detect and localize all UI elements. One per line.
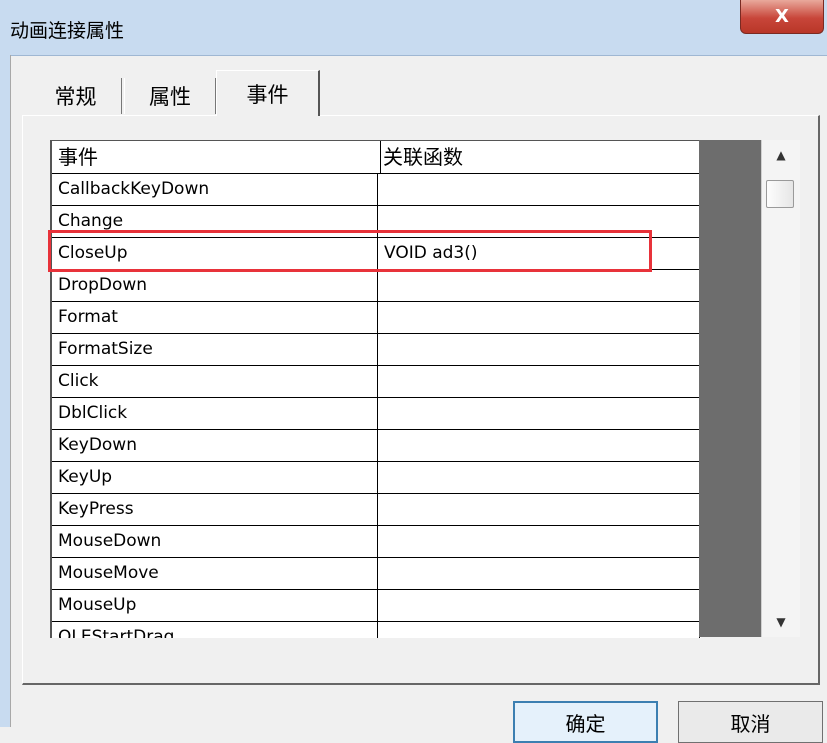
vertical-scrollbar[interactable]: ▲ ▼ [761, 140, 800, 637]
header-function: 关联函数 [377, 141, 701, 173]
function-cell[interactable] [378, 429, 700, 461]
cancel-button[interactable]: 取消 [678, 701, 823, 743]
window-left-edge [0, 55, 11, 727]
table-row[interactable]: Change [52, 205, 701, 238]
function-cell[interactable] [378, 365, 700, 397]
event-name-cell[interactable]: KeyDown [52, 429, 378, 461]
function-cell[interactable] [378, 557, 700, 589]
tab-label: 常规 [54, 85, 97, 109]
event-name-cell[interactable]: MouseDown [52, 525, 378, 557]
table-row[interactable]: Click [52, 365, 701, 398]
close-button[interactable]: X [740, 0, 824, 34]
function-cell[interactable] [378, 269, 700, 301]
function-cell[interactable] [378, 589, 700, 621]
table-row[interactable]: DblClick [52, 397, 701, 430]
grid-empty-area [699, 140, 761, 637]
function-cell[interactable] [378, 397, 700, 429]
arrow-up-icon[interactable]: ▲ [762, 140, 800, 170]
scroll-thumb[interactable] [766, 180, 794, 208]
event-name-cell[interactable]: MouseUp [52, 589, 378, 621]
event-name-cell[interactable]: Click [52, 365, 378, 397]
table-row[interactable]: KeyPress [52, 493, 701, 526]
function-cell[interactable] [378, 173, 700, 205]
function-cell[interactable] [378, 493, 700, 525]
function-cell[interactable] [378, 205, 700, 237]
function-cell[interactable] [378, 301, 700, 333]
event-name-cell[interactable]: Change [52, 205, 378, 237]
grid-header: 事件 关联函数 [52, 141, 701, 174]
event-name-cell[interactable]: KeyPress [52, 493, 378, 525]
table-row[interactable]: OLEStartDrag [52, 621, 701, 638]
event-name-cell[interactable]: Format [52, 301, 378, 333]
tab-label: 属性 [149, 85, 191, 109]
arrow-down-icon[interactable]: ▼ [762, 607, 800, 637]
event-name-cell[interactable]: DropDown [52, 269, 378, 301]
ok-button[interactable]: 确定 [513, 701, 658, 743]
event-name-cell[interactable]: CloseUp [52, 237, 378, 269]
header-event: 事件 [52, 141, 381, 173]
function-cell[interactable]: VOID ad3() [378, 237, 700, 269]
function-cell[interactable] [378, 525, 700, 557]
tab-label: 事件 [246, 82, 289, 107]
tab-events[interactable]: 事件 [216, 70, 320, 116]
function-cell[interactable] [378, 461, 700, 493]
event-name-cell[interactable]: FormatSize [52, 333, 378, 365]
table-row[interactable]: Format [52, 301, 701, 334]
event-name-cell[interactable]: OLEStartDrag [52, 621, 378, 638]
events-grid: 事件 关联函数 CallbackKeyDown Change CloseUp VOID… [50, 140, 701, 638]
table-row[interactable]: KeyDown [52, 429, 701, 462]
table-row[interactable]: KeyUp [52, 461, 701, 494]
tab-properties[interactable]: 属性 [124, 78, 216, 114]
table-row[interactable]: MouseMove [52, 557, 701, 590]
function-cell[interactable] [378, 333, 700, 365]
title-bar: 动画连接属性 X [0, 0, 827, 56]
table-row[interactable]: MouseUp [52, 589, 701, 622]
event-name-cell[interactable]: CallbackKeyDown [52, 173, 378, 205]
table-row[interactable]: FormatSize [52, 333, 701, 366]
table-row[interactable]: MouseDown [52, 525, 701, 558]
table-row[interactable]: DropDown [52, 269, 701, 302]
function-cell[interactable] [378, 621, 700, 638]
table-row[interactable]: CallbackKeyDown [52, 173, 701, 206]
event-name-cell[interactable]: MouseMove [52, 557, 378, 589]
close-icon: X [775, 6, 789, 27]
window-title: 动画连接属性 [10, 20, 125, 42]
event-name-cell[interactable]: KeyUp [52, 461, 378, 493]
tab-general[interactable]: 常规 [30, 78, 122, 114]
event-name-cell[interactable]: DblClick [52, 397, 378, 429]
table-row[interactable]: CloseUp VOID ad3() [52, 237, 701, 270]
